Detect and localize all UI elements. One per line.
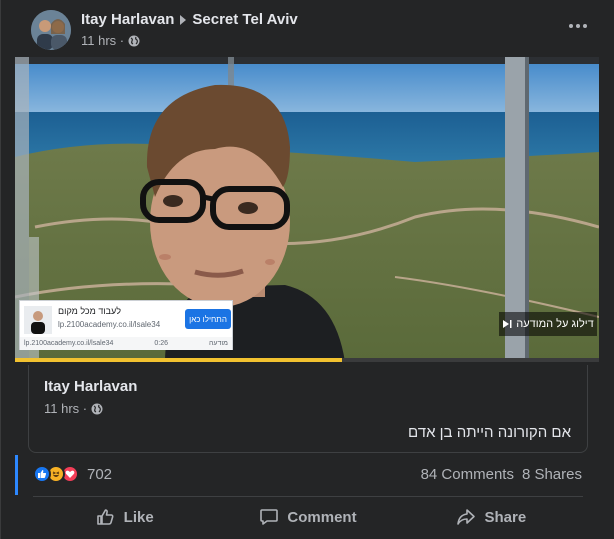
video-ad-overlay[interactable]: לעבוד מכל מקום lp.2100academy.co.il/lsal… (19, 300, 233, 350)
shares-count[interactable]: 8 Shares (522, 466, 582, 483)
ad-footer-url[interactable]: lp.2100academy.co.il/lsale34 (24, 340, 113, 347)
avatar[interactable] (31, 10, 71, 50)
thumbs-up-icon (96, 509, 114, 525)
comments-count[interactable]: 84 Comments (421, 466, 514, 483)
focus-indicator (15, 455, 18, 495)
like-button[interactable]: Like (33, 500, 216, 534)
shared-post-meta: 11 hrs · (44, 401, 103, 416)
like-reaction-icon (33, 465, 51, 483)
post-header-title: Itay Harlavan Secret Tel Aviv (81, 11, 298, 28)
ad-footer: lp.2100academy.co.il/lsale34 0:26 מודעה (20, 337, 232, 350)
ad-title: לעבוד מכל מקום (58, 306, 121, 316)
shared-post-timestamp[interactable]: 11 hrs · (44, 401, 87, 416)
dot-icon (576, 24, 580, 28)
ad-cta-button[interactable]: התחילו כאן (185, 309, 231, 329)
comment-icon (260, 509, 279, 525)
shared-author-name[interactable]: Itay Harlavan (44, 378, 137, 395)
ad-url[interactable]: lp.2100academy.co.il/lsale34 (58, 320, 160, 329)
shared-post-text: אם הקורונה הייתה בן אדם (408, 424, 571, 441)
video-progress-bar[interactable] (15, 358, 599, 362)
shared-post[interactable]: Itay Harlavan 11 hrs · אם הקורונה הייתה … (28, 365, 588, 453)
arrow-right-icon (180, 14, 187, 25)
globe-icon (91, 403, 103, 414)
ad-footer-label: מודעה (208, 340, 228, 347)
post-actions: Like Comment Share (33, 500, 583, 534)
dot-icon (569, 24, 573, 28)
post-card: Itay Harlavan Secret Tel Aviv 11 hrs · ל… (0, 0, 614, 539)
reaction-count: 702 (87, 465, 113, 483)
skip-ad-button[interactable]: דילוג על המודעה (499, 312, 597, 336)
ad-footer-time: 0:26 (154, 340, 168, 347)
post-timestamp[interactable]: 11 hrs · (81, 33, 124, 48)
globe-icon (128, 35, 140, 46)
group-name[interactable]: Secret Tel Aviv (192, 11, 297, 28)
skip-icon (503, 320, 512, 328)
reactions-summary[interactable]: 702 (33, 465, 112, 483)
dot-icon (583, 24, 587, 28)
post-meta: 11 hrs · (81, 33, 140, 48)
skip-ad-label: דילוג על המודעה (516, 318, 594, 330)
ad-thumbnail (24, 306, 52, 334)
share-button[interactable]: Share (400, 500, 583, 534)
share-icon (457, 509, 476, 525)
comment-label: Comment (287, 508, 357, 526)
like-label: Like (123, 508, 154, 526)
author-name[interactable]: Itay Harlavan (81, 11, 174, 28)
engagement-counts: 84 Comments 8 Shares (421, 466, 582, 483)
share-label: Share (484, 508, 527, 526)
more-options-button[interactable] (564, 16, 592, 36)
video-progress-fill (15, 358, 343, 362)
divider (33, 496, 583, 497)
comment-button[interactable]: Comment (216, 500, 399, 534)
